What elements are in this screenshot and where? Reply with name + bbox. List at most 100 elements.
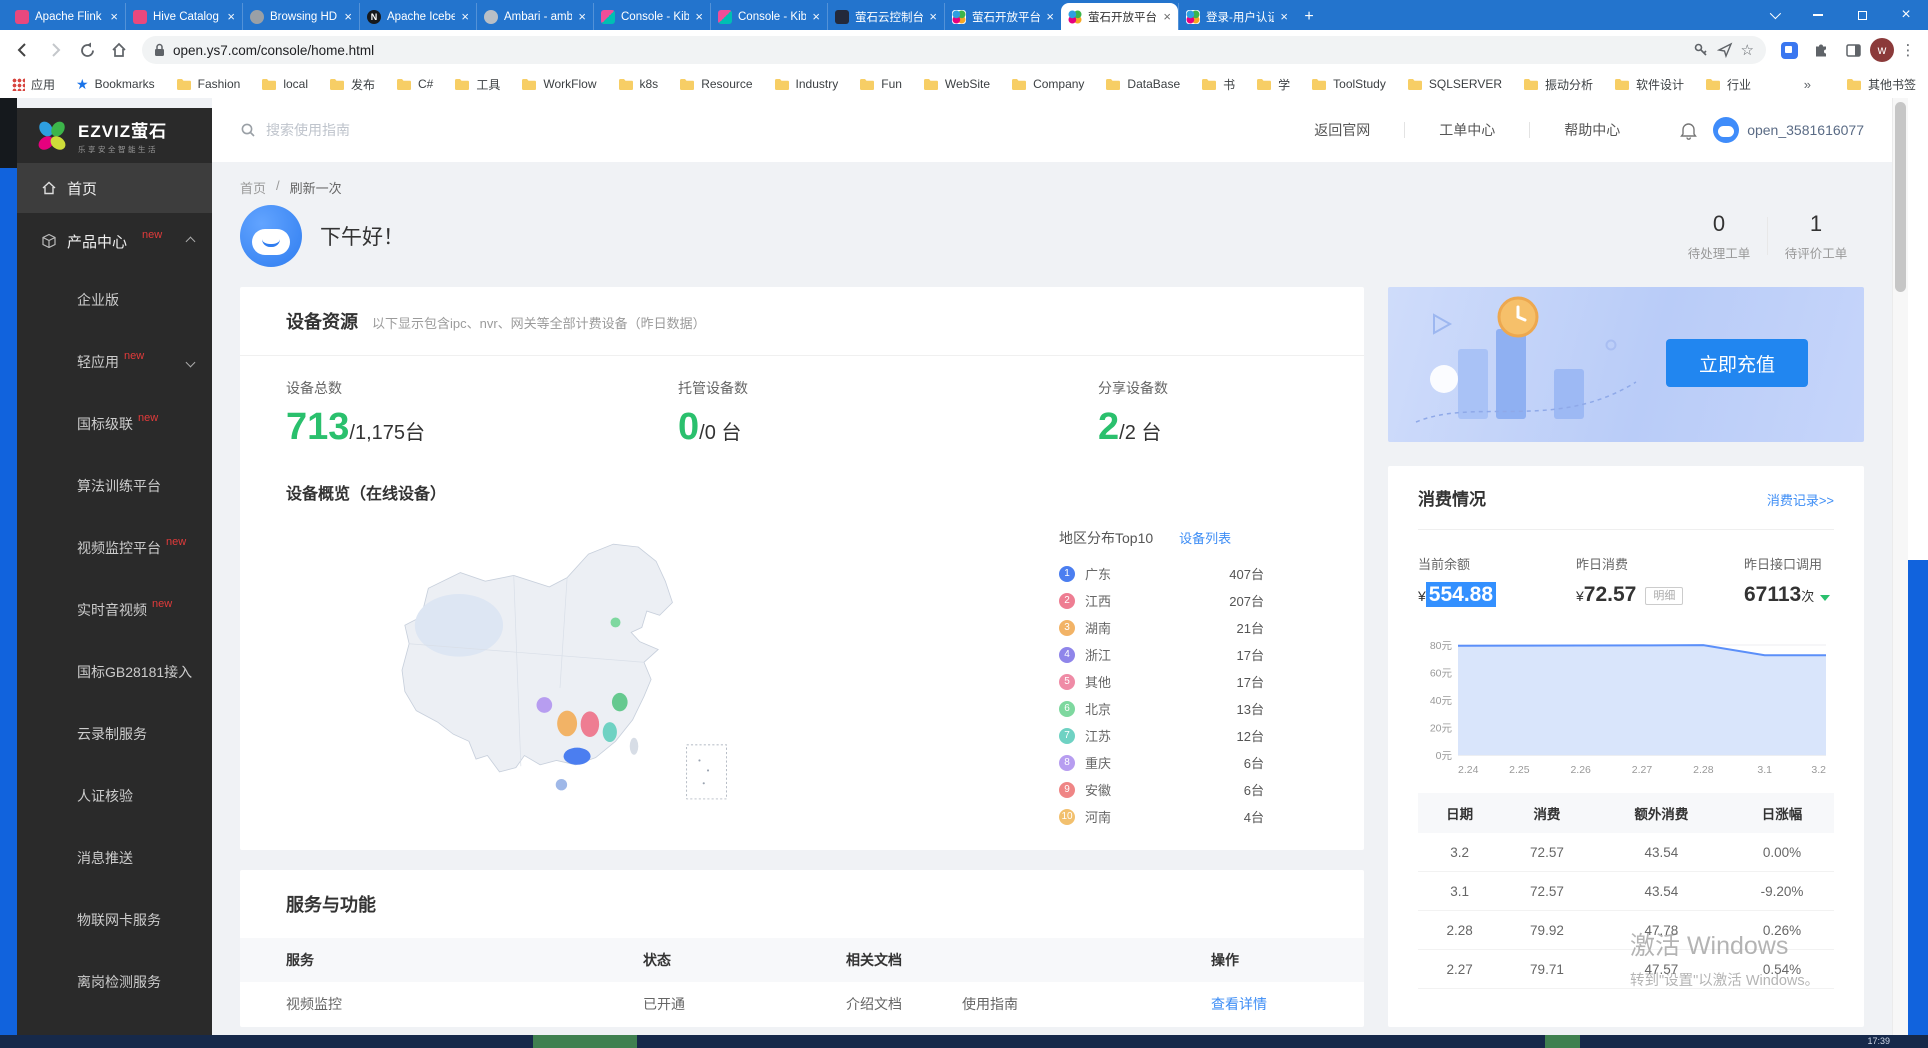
service-doc-intro[interactable]: 介绍文档 <box>846 994 902 1014</box>
link-ticket-center[interactable]: 工单中心 <box>1405 120 1529 140</box>
sidebar-item-云录制服务[interactable]: 云录制服务 <box>17 703 212 765</box>
bookmark-folder[interactable]: local <box>261 76 308 93</box>
bookmark-folder[interactable]: 书 <box>1201 76 1235 93</box>
browser-tab[interactable]: 登录-用户认证中× <box>1178 3 1295 30</box>
tab-close-icon[interactable]: × <box>227 9 235 24</box>
other-bookmarks[interactable]: 其他书签 <box>1846 76 1916 93</box>
bookmark-folder[interactable]: SQLSERVER <box>1407 76 1502 93</box>
sidebar-item-实时音视频[interactable]: 实时音视频new <box>17 579 212 641</box>
browser-tab[interactable]: 萤石开放平台-开× <box>944 3 1061 30</box>
sidebar-item-视频监控平台[interactable]: 视频监控平台new <box>17 517 212 579</box>
tab-search-chevron-icon[interactable] <box>1752 0 1796 30</box>
extensions-puzzle-icon[interactable] <box>1806 35 1836 65</box>
guide-search-input[interactable]: 搜索使用指南 <box>240 120 760 140</box>
caret-down-icon[interactable] <box>1820 595 1830 601</box>
sidebar-item-离岗检测服务[interactable]: 离岗检测服务 <box>17 951 212 1013</box>
bookmark-folder[interactable]: 学 <box>1256 76 1290 93</box>
extension-pinned-icon[interactable] <box>1774 35 1804 65</box>
close-button[interactable]: × <box>1884 0 1928 30</box>
bookmark-folder[interactable]: Resource <box>679 76 752 93</box>
tab-close-icon[interactable]: × <box>344 9 352 24</box>
device-list-link[interactable]: 设备列表 <box>1179 528 1231 547</box>
forward-button[interactable] <box>40 35 70 65</box>
new-tab-button[interactable]: + <box>1295 3 1323 30</box>
browser-menu-icon[interactable]: ⋮ <box>1896 41 1920 59</box>
scrollbar-thumb[interactable] <box>1895 102 1906 292</box>
send-icon[interactable] <box>1717 42 1733 58</box>
sidebar-item-首页[interactable]: 首页 <box>17 163 212 213</box>
sidebar-item-国标GB28181接入[interactable]: 国标GB28181接入 <box>17 641 212 703</box>
page-scrollbar[interactable] <box>1892 98 1908 1035</box>
tab-close-icon[interactable]: × <box>812 9 820 24</box>
bookmark-folder[interactable]: WorkFlow <box>521 76 596 93</box>
sidebar-item-消息推送[interactable]: 消息推送 <box>17 827 212 889</box>
bookmark-folder[interactable]: DataBase <box>1105 76 1180 93</box>
browser-tab[interactable]: Console - Kiba× <box>710 3 827 30</box>
bookmark-star-icon[interactable]: ☆ <box>1741 41 1754 59</box>
detail-tag[interactable]: 明细 <box>1645 587 1683 605</box>
tab-close-icon[interactable]: × <box>1046 9 1054 24</box>
link-help-center[interactable]: 帮助中心 <box>1530 120 1654 140</box>
service-doc-guide[interactable]: 使用指南 <box>962 994 1018 1014</box>
sidebar-item-产品中心[interactable]: 产品中心new <box>17 213 212 269</box>
browser-tab[interactable]: Console - Kiba× <box>593 3 710 30</box>
back-button[interactable] <box>8 35 38 65</box>
sidebar-item-人证核验[interactable]: 人证核验 <box>17 765 212 827</box>
profile-avatar[interactable]: w <box>1870 38 1894 62</box>
browser-tab[interactable]: NApache Iceberg× <box>359 3 476 30</box>
taskbar-app-indicator[interactable] <box>533 1035 637 1048</box>
china-map[interactable] <box>280 510 840 816</box>
tab-close-icon[interactable]: × <box>929 9 937 24</box>
user-account[interactable]: open_3581616077 <box>1713 117 1864 143</box>
reload-button[interactable] <box>72 35 102 65</box>
home-button[interactable] <box>104 35 134 65</box>
review-workorders[interactable]: 1 待评价工单 <box>1768 211 1864 262</box>
tab-close-icon[interactable]: × <box>461 9 469 24</box>
bookmark-folder[interactable]: ToolStudy <box>1311 76 1386 93</box>
service-detail-link[interactable]: 查看详情 <box>1211 994 1267 1014</box>
address-bar[interactable]: open.ys7.com/console/home.html ☆ <box>142 36 1766 64</box>
sidebar-item-企业版[interactable]: 企业版 <box>17 269 212 331</box>
apps-shortcut[interactable]: 应用 <box>12 76 55 93</box>
sidebar-item-算法训练平台[interactable]: 算法训练平台 <box>17 455 212 517</box>
consumption-chart[interactable]: 0元20元40元60元80元2.242.252.262.272.283.13.2 <box>1418 627 1834 779</box>
tab-close-icon[interactable]: × <box>695 9 703 24</box>
breadcrumb-home[interactable]: 首页 <box>240 178 266 197</box>
bookmark-folder[interactable]: Company <box>1011 76 1084 93</box>
browser-tab[interactable]: Apache Flink W× <box>8 3 125 30</box>
bookmarks-folder-root[interactable]: ★ Bookmarks <box>76 76 155 93</box>
bookmark-folder[interactable]: 振动分析 <box>1523 76 1593 93</box>
bookmark-folder[interactable]: Industry <box>774 76 839 93</box>
browser-tab[interactable]: Ambari - amba× <box>476 3 593 30</box>
bookmark-folder[interactable]: 发布 <box>329 76 375 93</box>
bookmark-folder[interactable]: 行业 <box>1705 76 1751 93</box>
taskbar-app-indicator[interactable] <box>1545 1035 1580 1048</box>
recharge-button[interactable]: 立即充值 <box>1666 339 1808 387</box>
bookmark-folder[interactable]: WebSite <box>923 76 990 93</box>
link-official-site[interactable]: 返回官网 <box>1280 120 1404 140</box>
tab-close-icon[interactable]: × <box>578 9 586 24</box>
sidebar-item-轻应用[interactable]: 轻应用new <box>17 331 212 393</box>
notification-bell-icon[interactable] <box>1680 121 1697 140</box>
browser-tab[interactable]: 萤石云控制台_E× <box>827 3 944 30</box>
taskbar[interactable]: 17:39 <box>0 1035 1928 1048</box>
bookmark-folder[interactable]: Fashion <box>176 76 241 93</box>
key-icon[interactable] <box>1693 42 1709 58</box>
bookmark-folder[interactable]: 工具 <box>454 76 500 93</box>
tab-close-icon[interactable]: × <box>1163 9 1171 24</box>
sidebar-item-国标级联[interactable]: 国标级联new <box>17 393 212 455</box>
sidebar-item-物联网卡服务[interactable]: 物联网卡服务 <box>17 889 212 951</box>
bookmark-folder[interactable]: Fun <box>859 76 902 93</box>
browser-tab[interactable]: Browsing HDFS× <box>242 3 359 30</box>
bookmark-folder[interactable]: C# <box>396 76 433 93</box>
browser-tab[interactable]: 萤石开放平台-接× <box>1061 3 1178 30</box>
bookmark-folder[interactable]: k8s <box>618 76 659 93</box>
tab-close-icon[interactable]: × <box>110 9 118 24</box>
minimize-button[interactable] <box>1796 0 1840 30</box>
ezviz-logo[interactable]: EZVIZ萤石 乐享安全智能生活 <box>17 108 212 163</box>
maximize-button[interactable] <box>1840 0 1884 30</box>
browser-tab[interactable]: Hive Catalog |× <box>125 3 242 30</box>
bookmarks-overflow-chevron[interactable]: » <box>1804 77 1811 92</box>
tab-close-icon[interactable]: × <box>1280 9 1288 24</box>
consumption-records-link[interactable]: 消费记录>> <box>1767 490 1834 509</box>
